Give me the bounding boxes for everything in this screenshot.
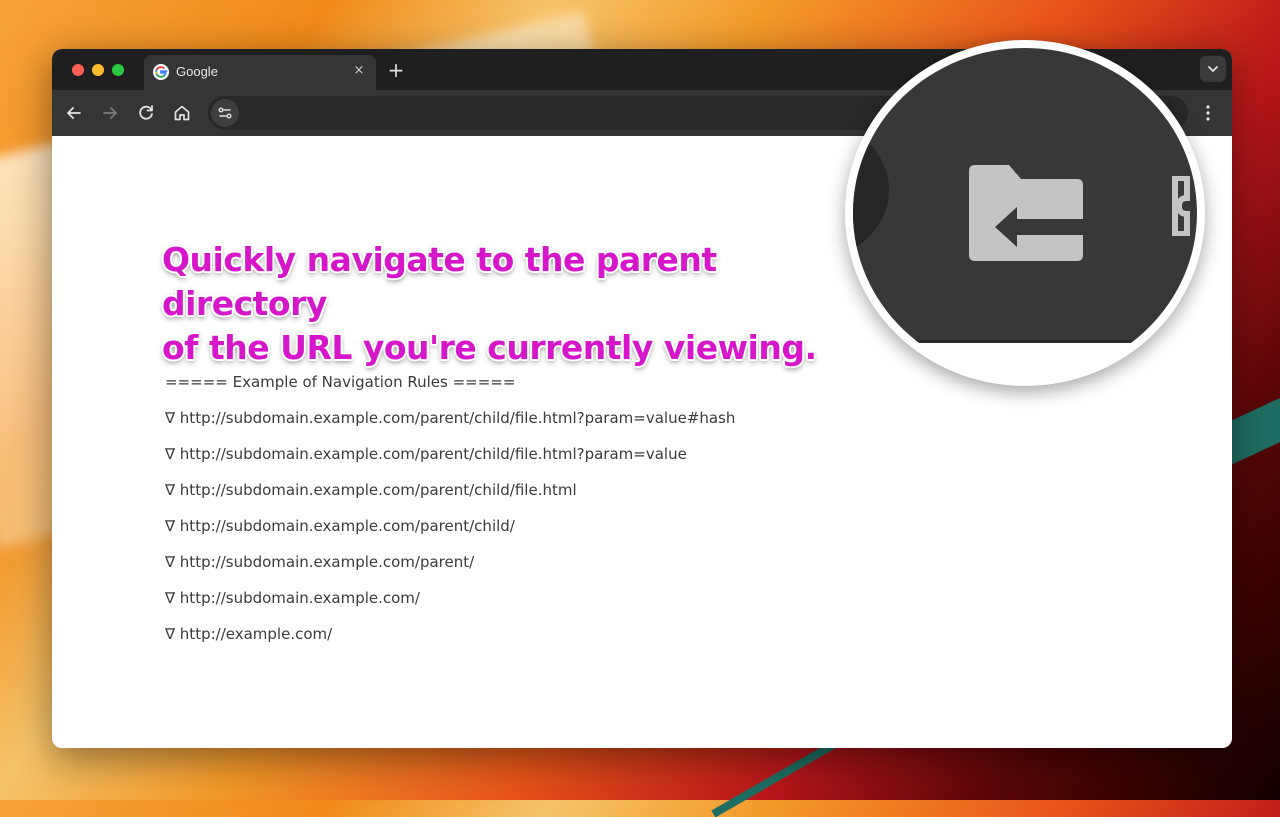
rule-item: ∇ http://subdomain.example.com/ <box>165 589 420 607</box>
folder-up-arrow-icon <box>969 165 1083 261</box>
headline-line-2: of the URL you're currently viewing. <box>162 328 817 367</box>
extension-puzzle-icon <box>1172 176 1190 236</box>
tab-title: Google <box>176 64 218 79</box>
tab-google[interactable]: Google × <box>144 55 376 90</box>
magnified-toolbar <box>853 48 1197 343</box>
window-close-button[interactable] <box>72 64 84 76</box>
headline-line-1: Quickly navigate to the parent directory <box>162 240 717 323</box>
window-maximize-button[interactable] <box>112 64 124 76</box>
promo-headline: Quickly navigate to the parent directory… <box>162 238 862 370</box>
magnifier-lens <box>853 48 1197 378</box>
home-icon[interactable] <box>170 101 194 125</box>
reload-icon[interactable] <box>134 101 158 125</box>
rule-item: ∇ http://example.com/ <box>165 625 333 643</box>
tab-close-button[interactable]: × <box>350 62 368 80</box>
google-g-icon <box>153 64 169 80</box>
rule-item: ∇ http://subdomain.example.com/parent/ch… <box>165 445 687 463</box>
forward-arrow-icon[interactable] <box>98 101 122 125</box>
rule-item: ∇ http://subdomain.example.com/parent/ch… <box>165 517 515 535</box>
new-tab-button[interactable]: + <box>385 59 407 81</box>
back-arrow-icon[interactable] <box>62 101 86 125</box>
rule-item: ∇ http://subdomain.example.com/parent/ <box>165 553 475 571</box>
navigation-rules: ===== Example of Navigation Rules ===== … <box>165 372 735 660</box>
rule-item: ∇ http://subdomain.example.com/parent/ch… <box>165 481 577 499</box>
chevron-down-icon <box>1208 66 1218 72</box>
tab-search-button[interactable] <box>1200 56 1226 82</box>
rules-title: ===== Example of Navigation Rules ===== <box>165 373 516 391</box>
kebab-menu-icon[interactable] <box>1196 101 1220 125</box>
site-info-button[interactable] <box>211 99 239 127</box>
magnified-omnibox-edge <box>853 120 889 260</box>
window-minimize-button[interactable] <box>92 64 104 76</box>
magnifier-callout <box>845 40 1205 386</box>
site-info-icon <box>218 107 232 119</box>
rule-item: ∇ http://subdomain.example.com/parent/ch… <box>165 409 736 427</box>
